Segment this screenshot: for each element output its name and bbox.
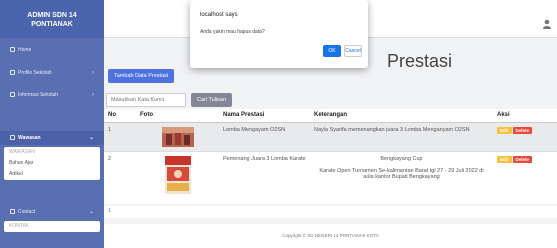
sidebar-item-profile[interactable]: Profile Sekolah › — [0, 66, 104, 80]
home-icon — [10, 47, 15, 53]
add-prestasi-button[interactable]: Tambah Data Prestasi — [108, 69, 175, 83]
info-icon — [10, 92, 15, 98]
dialog-cancel-button[interactable]: Cancel — [344, 45, 362, 57]
search-input[interactable] — [106, 93, 186, 107]
confirm-dialog: localhost says Anda yakin mau hapus data… — [190, 0, 368, 68]
column-header-keterangan: Keterangan — [310, 109, 493, 123]
contact-submenu: KONTAK — [4, 221, 100, 232]
dialog-message: Anda yakin mau hapus data? — [200, 29, 265, 35]
sidebar-item-informasi[interactable]: Informasi Sekolah › — [0, 88, 104, 102]
column-header-no: No — [104, 109, 136, 123]
brand-line-1: ADMIN SDN 14 — [27, 12, 77, 19]
table-row: 1 Lomba Mengayam O2SN Nayla Syarifa meme… — [104, 121, 557, 151]
user-avatar-icon[interactable] — [543, 19, 551, 29]
book-icon — [10, 135, 15, 141]
column-header-nama: Nama Prestasi — [219, 109, 310, 123]
cell-foto — [136, 121, 219, 151]
search-button[interactable]: Cari Tulisan — [191, 93, 233, 107]
submenu-header: KONTAK — [9, 223, 30, 229]
column-header-foto: Foto — [136, 109, 219, 123]
wawasan-submenu: WAWASAN Bahan Ajar Artikel — [4, 147, 100, 180]
column-header-aksi: Aksi — [493, 109, 557, 123]
cell-nama: Lomba Mengayam O2SN — [219, 121, 310, 151]
sidebar-item-home[interactable]: Home — [0, 43, 104, 57]
footer: Copyright © SD NEGERI 14 PONTIANAK KOTA — [104, 224, 557, 248]
submenu-header: WAWASAN — [9, 149, 35, 155]
prestasi-photo — [164, 155, 191, 194]
edit-button[interactable]: Edit — [497, 155, 512, 163]
page-number[interactable]: 1 — [108, 208, 111, 214]
keterangan-line: Bengkayang Cup — [380, 155, 423, 162]
sidebar-item-wawasan[interactable]: Wawasan ⌄ — [0, 131, 104, 145]
brand-line-2: PONTIANAK — [31, 21, 73, 28]
chevron-down-icon: ⌄ — [88, 135, 94, 141]
main-content: Prestasi Tambah Data Prestasi Cari Tulis… — [104, 38, 557, 248]
cell-no: 2 — [104, 150, 136, 204]
chevron-right-icon: › — [92, 92, 94, 98]
cell-keterangan: Bengkayang Cup Karate Open Turnamen Se-k… — [310, 150, 493, 204]
cell-keterangan: Nayla Syarifa memenangkan juara 3 Lomba … — [310, 121, 493, 151]
submenu-item-artikel[interactable]: Artikel — [4, 169, 100, 180]
keterangan-line: Karate Open Turnamen Se-kalimantan Barat… — [319, 167, 484, 180]
sidebar-item-contact[interactable]: Contact ⌄ — [0, 205, 104, 219]
sidebar: ADMIN SDN 14 PONTIANAK Home Profile Seko… — [0, 0, 104, 248]
page-title: Prestasi — [387, 51, 453, 71]
delete-button[interactable]: Delete — [512, 126, 533, 134]
prestasi-table: No Foto Nama Prestasi Keterangan Aksi 1 — [104, 109, 557, 204]
cell-no: 1 — [104, 121, 136, 151]
chevron-down-icon: ⌄ — [88, 209, 94, 215]
pagination: 1 — [104, 206, 557, 218]
edit-button[interactable]: Edit — [497, 126, 512, 134]
contact-icon — [10, 209, 15, 215]
dialog-title: localhost says — [200, 12, 238, 18]
prestasi-photo — [161, 126, 194, 147]
sidebar-brand[interactable]: ADMIN SDN 14 PONTIANAK — [0, 0, 104, 38]
table-row: 2 Pemenang Juara 3 Lomba Karate Bengkaya… — [104, 150, 557, 204]
gear-icon — [10, 70, 15, 76]
dialog-ok-button[interactable]: OK — [323, 45, 341, 57]
cell-aksi: Edit Delete — [493, 150, 557, 204]
chevron-right-icon: › — [92, 70, 94, 76]
cell-foto — [136, 150, 219, 204]
cell-aksi: Edit Delete — [493, 121, 557, 151]
submenu-item-bahan-ajar[interactable]: Bahan Ajar — [4, 158, 100, 169]
delete-button[interactable]: Delete — [512, 155, 533, 163]
cell-nama: Pemenang Juara 3 Lomba Karate — [219, 150, 310, 204]
